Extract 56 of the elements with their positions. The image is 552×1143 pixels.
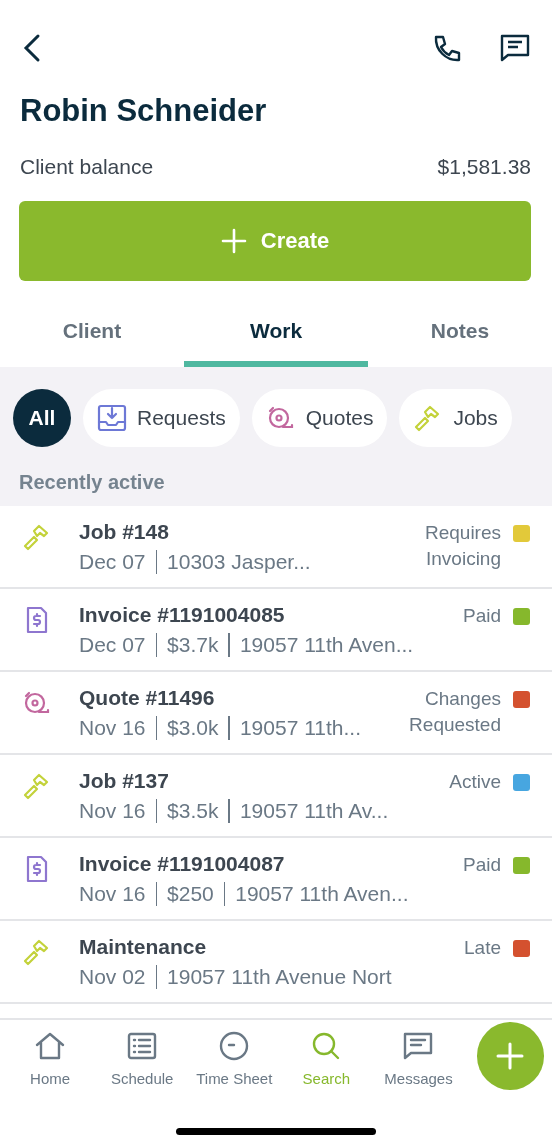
inbox-icon bbox=[97, 403, 127, 433]
message-icon bbox=[500, 32, 530, 63]
work-item[interactable]: Job #137 Nov 16 $3.5k 19057 11th Av... Active bbox=[0, 755, 552, 838]
status-label: Paid bbox=[462, 604, 501, 628]
item-detail: $3.0k bbox=[167, 716, 219, 740]
nav-item[interactable]: Messages bbox=[372, 1030, 465, 1087]
message-icon bbox=[402, 1030, 435, 1062]
plus-icon bbox=[495, 1041, 526, 1071]
work-item[interactable]: Invoice #1191004087 Nov 16 $250 19057 11th Aven... Paid bbox=[0, 838, 552, 921]
status-label: Paid bbox=[462, 853, 501, 877]
work-item[interactable]: Invoice #1191004085 Dec 07 $3.7k 19057 11th Aven... Paid bbox=[0, 589, 552, 672]
item-detail: Dec 07 bbox=[79, 550, 146, 574]
clock-icon bbox=[218, 1030, 251, 1062]
filter-chip[interactable]: Requests bbox=[83, 389, 240, 447]
filter-chip[interactable]: Jobs bbox=[399, 389, 512, 447]
filter-chip[interactable]: All bbox=[13, 389, 71, 447]
item-detail: Nov 16 bbox=[79, 799, 146, 823]
balance-label: Client balance bbox=[20, 155, 154, 179]
nav-item[interactable]: Schedule bbox=[96, 1030, 189, 1087]
item-title: Quote #11496 bbox=[79, 686, 216, 710]
nav-item[interactable]: Home bbox=[4, 1030, 97, 1087]
status-label: Changes Requested bbox=[409, 687, 501, 737]
item-detail: $250 bbox=[167, 882, 214, 906]
item-detail: Nov 02 bbox=[79, 965, 146, 989]
item-detail: Nov 16 bbox=[79, 716, 146, 740]
item-detail: 19057 11th Av... bbox=[239, 799, 389, 823]
item-detail: $3.7k bbox=[167, 633, 219, 657]
item-detail: 19057 11th Aven... bbox=[239, 633, 414, 657]
item-detail: Nov 16 bbox=[79, 882, 146, 906]
item-detail: 10303 Jasper... bbox=[167, 550, 311, 574]
item-detail: $3.5k bbox=[167, 799, 219, 823]
home-icon bbox=[34, 1030, 67, 1062]
status-label: Requires Invoicing bbox=[424, 521, 501, 571]
item-detail: 19057 11th Avenue Nort bbox=[167, 965, 392, 989]
tab[interactable]: Client bbox=[0, 315, 184, 367]
item-title: Invoice #1191004087 bbox=[79, 852, 286, 876]
item-title: Invoice #1191004085 bbox=[79, 603, 286, 627]
status-label: Active bbox=[449, 770, 501, 794]
item-title: Job #148 bbox=[79, 520, 170, 544]
work-item[interactable]: Maintenance Nov 02 19057 11th Avenue Nort Late bbox=[0, 921, 552, 1004]
section-title: Recently active bbox=[19, 471, 166, 494]
filter-chip[interactable]: Quotes bbox=[251, 389, 388, 447]
list-icon bbox=[126, 1030, 159, 1062]
work-item[interactable]: Job #148 Dec 07 10303 Jasper... Requires Invoicing bbox=[0, 506, 552, 589]
item-detail: 19057 11th Aven... bbox=[235, 882, 409, 906]
item-title: Maintenance bbox=[79, 935, 208, 959]
nav-item[interactable]: Time Sheet bbox=[188, 1030, 281, 1087]
work-item[interactable]: Quote #11496 Nov 16 $3.0k 19057 11th... Changes Requested bbox=[0, 672, 552, 755]
client-name: Robin Schneider bbox=[20, 93, 268, 129]
item-detail: Dec 07 bbox=[79, 633, 146, 657]
item-detail: 19057 11th... bbox=[239, 716, 361, 740]
status-label: Late bbox=[464, 936, 501, 960]
plus-icon bbox=[220, 228, 247, 254]
item-title: Job #137 bbox=[79, 769, 170, 793]
tab[interactable]: Notes bbox=[368, 315, 552, 367]
balance-value: $1,581.38 bbox=[437, 155, 531, 179]
